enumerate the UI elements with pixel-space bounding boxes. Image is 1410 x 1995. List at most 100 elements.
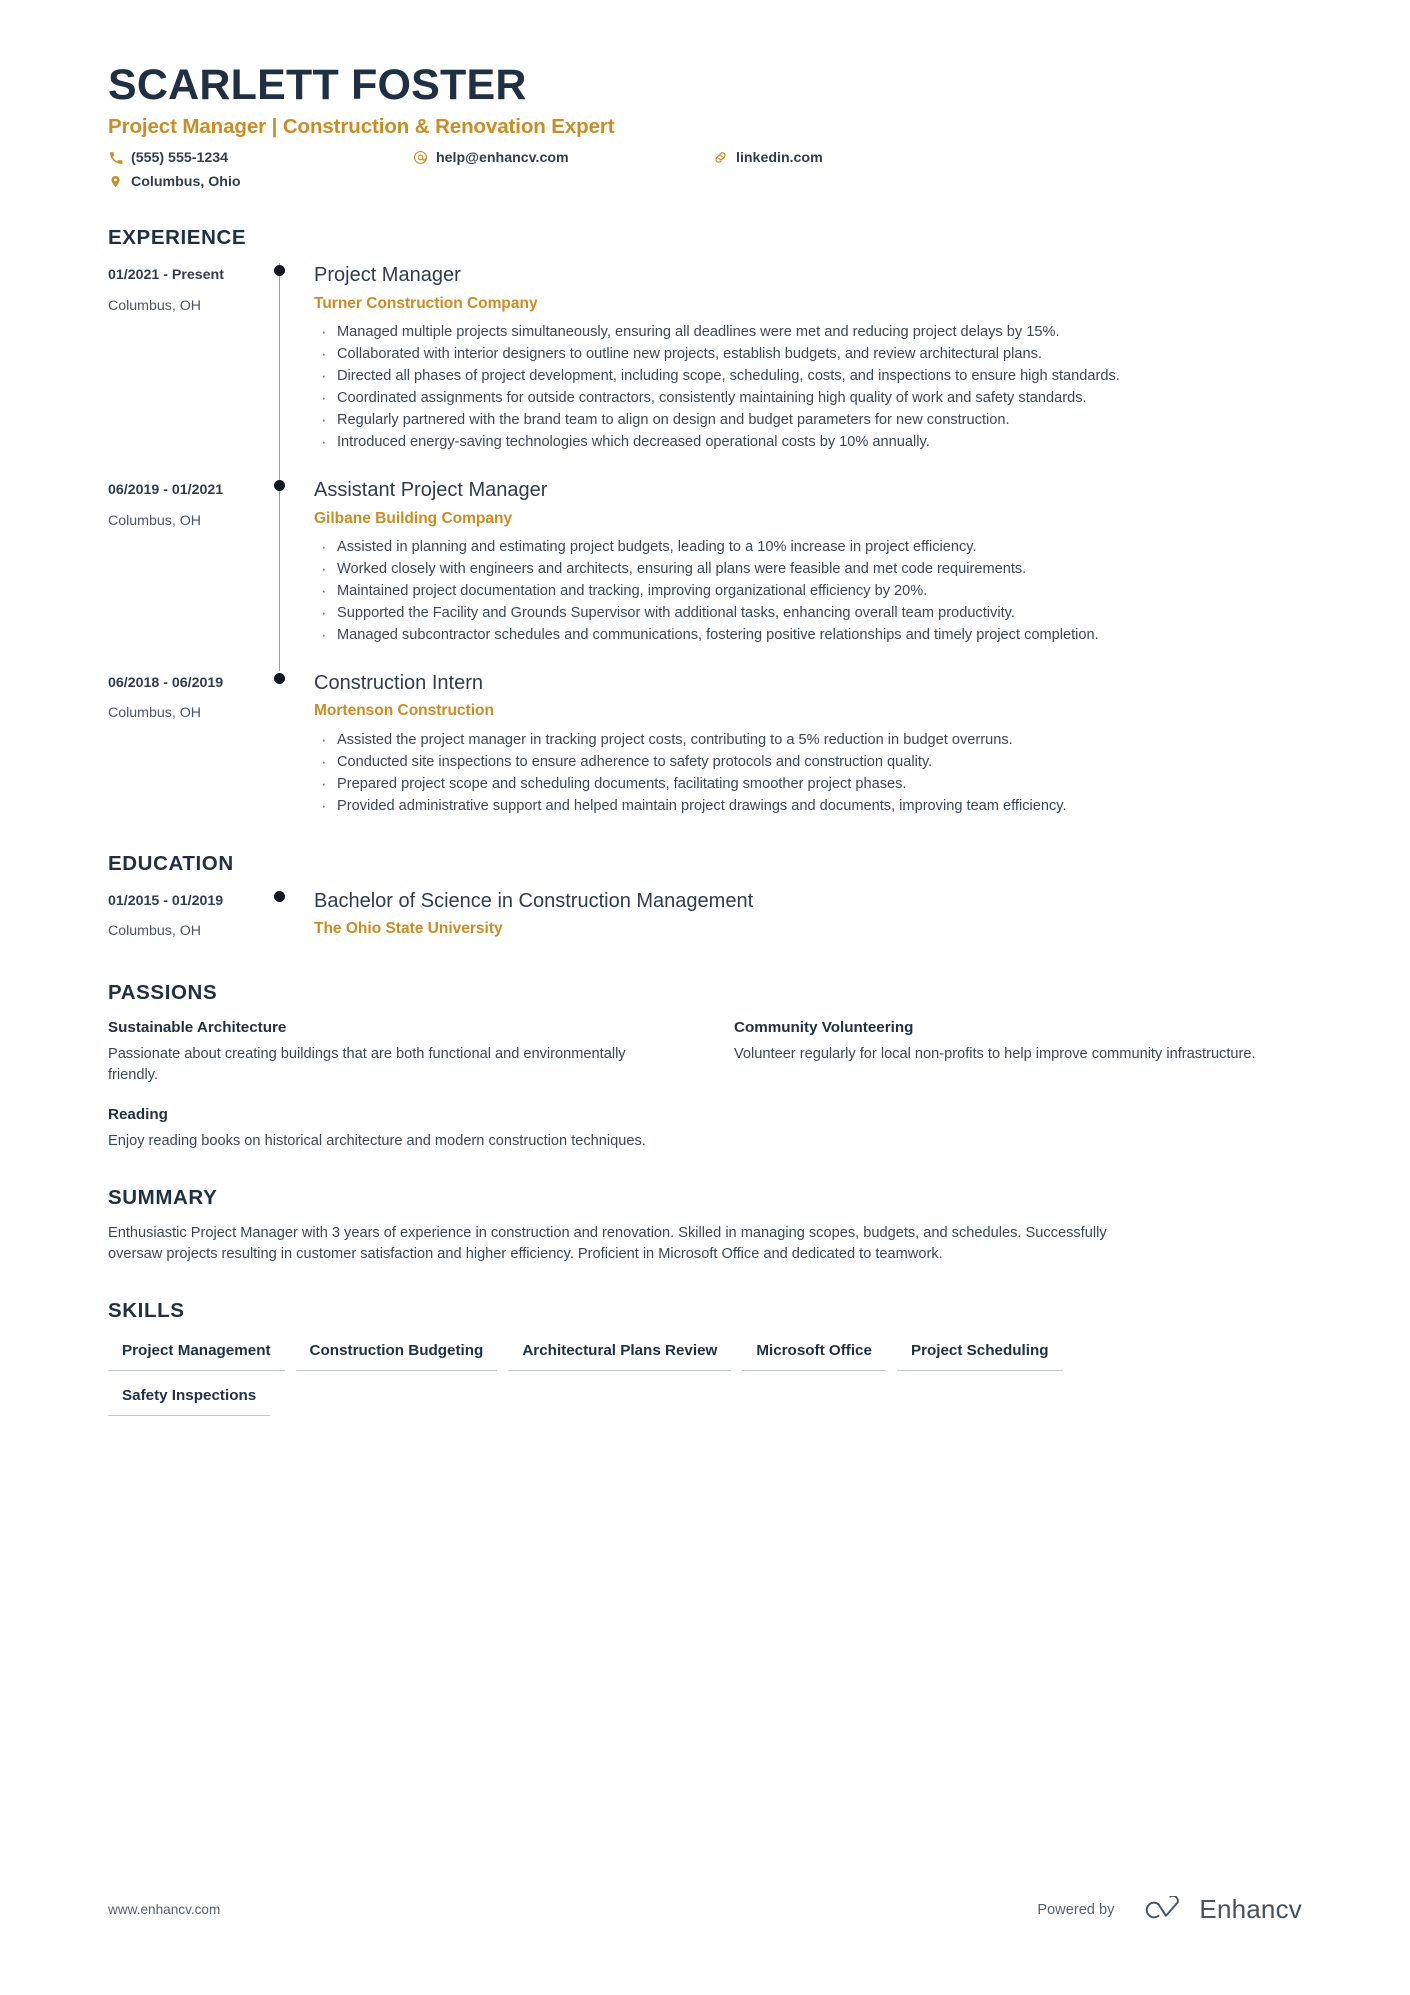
timeline-dot-icon — [274, 480, 285, 492]
skill-chip: Project Management — [108, 1336, 285, 1372]
passion-description: Enjoy reading books on historical archit… — [108, 1132, 646, 1149]
entry-date: 01/2015 - 01/2019 — [108, 892, 224, 909]
contact-location-value: Columbus, Ohio — [131, 174, 241, 191]
bullet-item: Introduced energy-saving technologies wh… — [314, 430, 1302, 454]
resume-page: SCARLETT FOSTER Project Manager | Constr… — [0, 0, 1410, 1995]
phone-icon — [108, 149, 123, 166]
passion-item: Community Volunteering Volunteer regular… — [734, 1018, 1302, 1086]
passion-title: Sustainable Architecture — [108, 1019, 287, 1037]
entry-title: Construction Intern — [314, 671, 483, 694]
entry-bullets: Managed multiple projects simultaneously… — [314, 320, 1302, 454]
entry-organization: Mortenson Construction — [314, 702, 494, 720]
timeline-line — [279, 263, 281, 479]
skills-list: Project Management Construction Budgetin… — [108, 1336, 1168, 1417]
entry-location: Columbus, OH — [108, 705, 202, 722]
summary-text: Enthusiastic Project Manager with 3 year… — [108, 1224, 1107, 1263]
entry-location: Columbus, OH — [108, 923, 202, 940]
passion-title: Community Volunteering — [734, 1019, 914, 1037]
section-passions: PASSIONS Sustainable Architecture Passio… — [108, 981, 1302, 1152]
entry-meta: 01/2015 - 01/2019 Columbus, OH — [108, 889, 271, 948]
contact-info: (555) 555-1234 help@enhancv.com linkedin… — [108, 149, 1302, 192]
entry-meta: 06/2019 - 01/2021 Columbus, OH — [108, 478, 271, 647]
timeline-rail — [271, 478, 314, 671]
bullet-item: Assisted in planning and estimating proj… — [314, 535, 1302, 559]
bullet-item: Directed all phases of project developme… — [314, 364, 1302, 388]
timeline-rail — [271, 671, 314, 818]
passion-item: Sustainable Architecture Passionate abou… — [108, 1018, 676, 1086]
entry-body: Construction Intern Mortenson Constructi… — [314, 671, 1302, 818]
section-summary: SUMMARY Enthusiastic Project Manager wit… — [108, 1186, 1302, 1266]
contact-linkedin-value: linkedin.com — [736, 150, 823, 167]
section-title-experience: EXPERIENCE — [108, 226, 247, 250]
entry-bullets: Assisted the project manager in tracking… — [314, 728, 1302, 818]
brand-name: Enhancv — [1199, 1894, 1302, 1924]
bullet-item: Supported the Facility and Grounds Super… — [314, 601, 1302, 625]
entry-bullets: Assisted in planning and estimating proj… — [314, 535, 1302, 647]
entry-body: Assistant Project Manager Gilbane Buildi… — [314, 478, 1302, 647]
passion-description: Passionate about creating buildings that… — [108, 1046, 626, 1084]
passion-item: Reading Enjoy reading books on historica… — [108, 1105, 676, 1152]
link-icon — [713, 149, 728, 166]
entry-location: Columbus, OH — [108, 297, 202, 314]
skill-chip: Construction Budgeting — [295, 1336, 498, 1372]
section-experience: EXPERIENCE 01/2021 - Present Columbus, O… — [108, 226, 1302, 818]
passion-description: Volunteer regularly for local non-profit… — [734, 1046, 1256, 1063]
entry-meta: 06/2018 - 06/2019 Columbus, OH — [108, 671, 271, 818]
entry-organization: Gilbane Building Company — [314, 509, 513, 527]
bullet-item: Regularly partnered with the brand team … — [314, 408, 1302, 432]
section-education: EDUCATION 01/2015 - 01/2019 Columbus, OH… — [108, 852, 1302, 948]
page-title: SCARLETT FOSTER — [108, 61, 527, 109]
passions-grid: Sustainable Architecture Passionate abou… — [108, 1018, 1302, 1152]
powered-by-label: Powered by — [1037, 1901, 1115, 1918]
section-title-skills: SKILLS — [108, 1299, 185, 1323]
timeline-rail — [271, 263, 314, 479]
timeline-rail — [271, 889, 314, 948]
experience-entry: 01/2021 - Present Columbus, OH Project M… — [108, 263, 1302, 479]
bullet-item: Coordinated assignments for outside cont… — [314, 386, 1302, 410]
bullet-item: Managed subcontractor schedules and comm… — [314, 623, 1302, 647]
professional-headline: Project Manager | Construction & Renovat… — [108, 115, 615, 139]
skill-chip: Project Scheduling — [896, 1336, 1063, 1372]
entry-title: Assistant Project Manager — [314, 479, 548, 502]
entry-date: 06/2019 - 01/2021 — [108, 482, 224, 499]
contact-email[interactable]: help@enhancv.com — [413, 149, 713, 168]
contact-linkedin[interactable]: linkedin.com — [713, 149, 1302, 168]
education-entry: 01/2015 - 01/2019 Columbus, OH Bachelor … — [108, 889, 1302, 948]
entry-date: 06/2018 - 06/2019 — [108, 674, 224, 691]
bullet-item: Assisted the project manager in tracking… — [314, 728, 1302, 752]
location-pin-icon — [108, 173, 123, 190]
resume-header: SCARLETT FOSTER Project Manager | Constr… — [108, 62, 1302, 192]
passion-title: Reading — [108, 1106, 168, 1124]
education-entries: 01/2015 - 01/2019 Columbus, OH Bachelor … — [108, 889, 1302, 948]
entry-organization: Turner Construction Company — [314, 295, 538, 312]
bullet-item: Collaborated with interior designers to … — [314, 342, 1302, 366]
section-skills: SKILLS Project Management Construction B… — [108, 1299, 1302, 1417]
timeline-dot-icon — [274, 890, 285, 902]
experience-entry: 06/2019 - 01/2021 Columbus, OH Assistant… — [108, 478, 1302, 671]
entry-meta: 01/2021 - Present Columbus, OH — [108, 263, 271, 454]
page-footer: www.enhancv.com Powered by Enhancv — [108, 1894, 1302, 1925]
bullet-item: Provided administrative support and help… — [314, 794, 1302, 818]
contact-email-value: help@enhancv.com — [436, 150, 569, 167]
entry-organization: The Ohio State University — [314, 920, 503, 938]
skill-chip: Safety Inspections — [108, 1381, 271, 1417]
contact-location: Columbus, Ohio — [108, 173, 413, 192]
timeline-dot-icon — [274, 672, 285, 684]
enhancv-mark-icon — [1146, 1895, 1180, 1918]
entry-title: Bachelor of Science in Construction Mana… — [314, 889, 754, 912]
section-title-passions: PASSIONS — [108, 981, 218, 1005]
footer-url[interactable]: www.enhancv.com — [108, 1902, 220, 1917]
entry-date: 01/2021 - Present — [108, 267, 224, 284]
contact-phone[interactable]: (555) 555-1234 — [108, 149, 413, 168]
bullet-item: Maintained project documentation and tra… — [314, 579, 1302, 603]
bullet-item: Prepared project scope and scheduling do… — [314, 772, 1302, 796]
timeline-line — [279, 478, 281, 671]
email-icon — [413, 149, 428, 166]
contact-phone-value: (555) 555-1234 — [131, 150, 229, 167]
section-title-summary: SUMMARY — [108, 1185, 218, 1209]
section-title-education: EDUCATION — [108, 851, 234, 875]
bullet-item: Conducted site inspections to ensure adh… — [314, 750, 1302, 774]
entry-title: Project Manager — [314, 264, 461, 287]
entry-body: Project Manager Turner Construction Comp… — [314, 263, 1302, 454]
skill-chip: Architectural Plans Review — [508, 1336, 732, 1372]
